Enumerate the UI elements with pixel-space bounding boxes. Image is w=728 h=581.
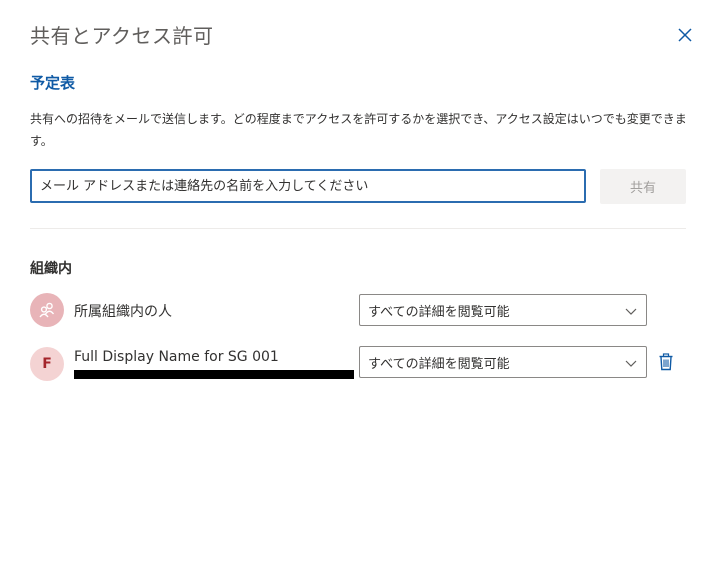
- org-entry-name: 所属組織内の人: [74, 304, 172, 320]
- close-icon: [678, 28, 692, 42]
- people-group-avatar: [30, 293, 64, 327]
- redacted-email: [74, 370, 354, 379]
- share-description: 共有への招待をメールで送信します。どの程度までアクセスを許可するかを選択でき、ア…: [30, 112, 687, 148]
- org-entry-name: Full Display Name for SG 001: [74, 349, 279, 365]
- group-avatar: F: [30, 347, 64, 381]
- permission-dropdown[interactable]: すべての詳細を閲覧可能: [359, 294, 647, 326]
- divider: [30, 228, 686, 229]
- close-button[interactable]: [672, 22, 698, 48]
- organization-heading: 組織内: [30, 261, 72, 277]
- email-input[interactable]: [30, 169, 586, 203]
- share-button[interactable]: 共有: [600, 169, 686, 204]
- org-entry-group: F Full Display Name for SG 001 すべての詳細を閲覧…: [30, 345, 690, 385]
- org-entry-people-in-org: 所属組織内の人 すべての詳細を閲覧可能: [30, 293, 690, 329]
- share-permissions-dialog: 共有とアクセス許可 予定表 共有への招待をメールで送信します。どの程度までアクセ…: [0, 0, 728, 581]
- calendar-name: 予定表: [30, 74, 76, 92]
- chevron-down-icon: [625, 308, 637, 315]
- permission-dropdown-value: すべての詳細を閲覧可能: [368, 304, 510, 320]
- people-group-icon: [39, 302, 55, 318]
- remove-entry-button[interactable]: [656, 351, 676, 373]
- avatar-initial: F: [42, 356, 52, 372]
- chevron-down-icon: [625, 360, 637, 367]
- trash-icon: [659, 353, 673, 371]
- dialog-title: 共有とアクセス許可: [30, 24, 214, 48]
- permission-dropdown[interactable]: すべての詳細を閲覧可能: [359, 346, 647, 378]
- permission-dropdown-value: すべての詳細を閲覧可能: [368, 356, 510, 372]
